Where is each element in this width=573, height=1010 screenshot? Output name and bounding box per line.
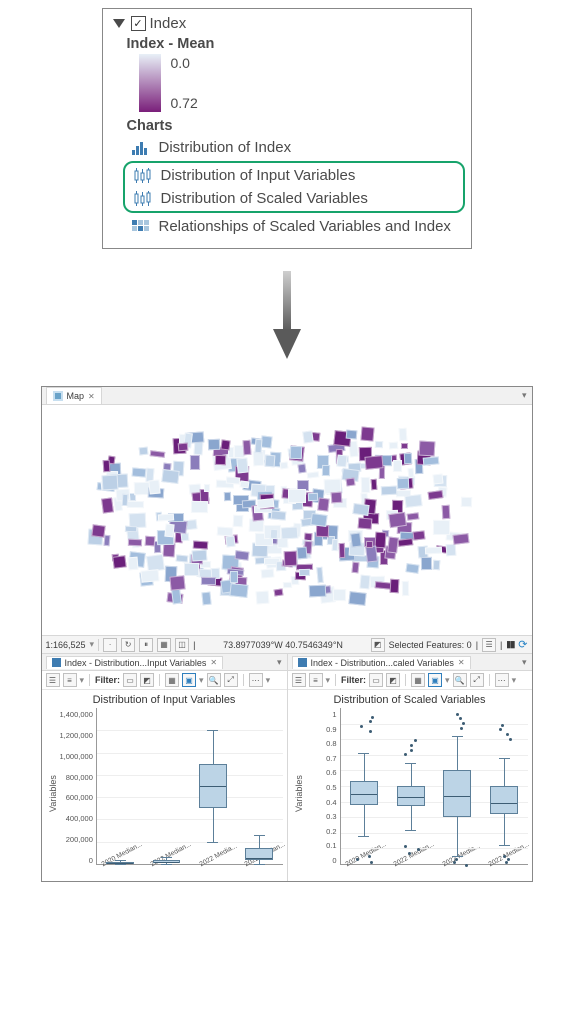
grid-icon[interactable]: ▦ <box>157 638 171 652</box>
contents-panel: ✓ Index Index - Mean 0.0 0.72 Charts Dis… <box>102 8 472 249</box>
chart-item-distribution-input-variables[interactable]: Distribution of Input Variables <box>129 164 459 187</box>
zoom-icon[interactable]: 🔍 <box>207 673 221 687</box>
chart-tab-input-variables[interactable]: Index - Distribution...Input Variables ✕ <box>46 656 224 669</box>
symbology-title: Index - Mean <box>127 36 461 52</box>
selected-features-label: Selected Features: 0 <box>389 640 472 650</box>
scale-lock-icon[interactable]: · <box>103 638 117 652</box>
chart-item-label: Distribution of Index <box>159 139 292 156</box>
chevron-down-icon[interactable]: ▾ <box>272 657 287 668</box>
chart-item-relationships[interactable]: Relationships of Scaled Variables and In… <box>127 215 461 238</box>
chart-item-distribution-of-index[interactable]: Distribution of Index <box>127 136 461 159</box>
filter-label: Filter: <box>341 675 366 685</box>
pause-draw-icon[interactable]: ⏸ <box>139 638 153 652</box>
select-icon[interactable]: ▣ <box>428 673 442 687</box>
clear-icon[interactable]: ▦ <box>411 673 425 687</box>
y-axis-label: Variables <box>46 708 60 879</box>
histogram-icon <box>131 140 151 156</box>
disclosure-triangle-icon[interactable] <box>113 19 125 28</box>
chart-item-label: Distribution of Scaled Variables <box>161 190 368 207</box>
ramp-max-label: 0.72 <box>171 95 198 111</box>
chevron-down-icon[interactable]: ▾ <box>517 657 532 668</box>
chart-tab-scaled-variables[interactable]: Index - Distribution...caled Variables ✕ <box>292 656 471 669</box>
map-tab[interactable]: Map ✕ <box>46 387 102 404</box>
close-icon[interactable]: ✕ <box>458 658 465 667</box>
chart-title: Distribution of Input Variables <box>42 690 287 708</box>
chart-item-label: Distribution of Input Variables <box>161 167 356 184</box>
boxplot-icon <box>52 658 61 667</box>
chart-item-label: Relationships of Scaled Variables and In… <box>159 218 451 235</box>
charts-header: Charts <box>127 118 461 134</box>
chart-pane-scaled-variables: Index - Distribution...caled Variables ✕… <box>287 654 532 881</box>
visibility-checkbox[interactable]: ✓ <box>131 16 146 31</box>
layer-row[interactable]: ✓ Index <box>113 15 461 32</box>
properties-icon[interactable]: ☰ <box>46 673 60 687</box>
chart-toolbar: ☰ ≡ ▾ Filter: ▭ ◩ ▦ ▣ ▾ 🔍 ⤢ ⋯ ▾ <box>42 671 287 690</box>
chart-pane-input-variables: Index - Distribution...Input Variables ✕… <box>42 654 287 881</box>
arrow-icon <box>271 271 303 366</box>
snap-icon[interactable]: ◫ <box>175 638 189 652</box>
selection-icon[interactable]: ◩ <box>371 638 385 652</box>
y-axis-ticks: 1,400,0001,200,0001,000,000800,000600,00… <box>60 708 96 879</box>
filter-extent-icon[interactable]: ▭ <box>123 673 137 687</box>
color-ramp: 0.0 0.72 <box>139 54 461 112</box>
y-axis-label: Variables <box>292 708 306 879</box>
axes-icon[interactable]: ≡ <box>63 673 77 687</box>
filter-selection-icon[interactable]: ◩ <box>386 673 400 687</box>
chart-toolbar: ☰ ≡ ▾ Filter: ▭ ◩ ▦ ▣ ▾ 🔍 ⤢ ⋯ ▾ <box>288 671 532 690</box>
zoom-icon[interactable]: 🔍 <box>453 673 467 687</box>
chevron-down-icon[interactable]: ▾ <box>517 390 532 401</box>
chart-title: Distribution of Scaled Variables <box>288 690 532 708</box>
catalog-icon[interactable]: ☰ <box>482 638 496 652</box>
boxplot-icon <box>133 191 153 207</box>
boxplot-icon <box>298 658 307 667</box>
app-window: Map ✕ ▾ 1:166,525 ▾ · ↻ ⏸ ▦ ◫ | 73.89770… <box>41 386 533 882</box>
map-coordinates: 73.8977039°W 40.7546349°N <box>223 640 343 650</box>
clear-icon[interactable]: ▦ <box>165 673 179 687</box>
choropleth-layer <box>42 405 532 635</box>
filter-selection-icon[interactable]: ◩ <box>140 673 154 687</box>
map-tab-label: Map <box>67 391 85 401</box>
close-icon[interactable]: ✕ <box>88 392 95 401</box>
layer-name: Index <box>150 15 187 32</box>
chart-panes: Index - Distribution...Input Variables ✕… <box>42 653 532 881</box>
y-axis-ticks: 10.90.80.70.60.50.40.30.20.10 <box>306 708 340 879</box>
plot-area-input[interactable]: 2020 Median...2022 Median...2022 Media..… <box>96 708 283 865</box>
map-tab-row: Map ✕ ▾ <box>42 387 532 405</box>
x-categories: 2020 Median...2022 Median...2022 Media..… <box>341 864 528 878</box>
map-tab-icon <box>53 391 63 401</box>
full-extent-icon[interactable]: ⤢ <box>224 673 238 687</box>
filter-extent-icon[interactable]: ▭ <box>369 673 383 687</box>
pause-icon[interactable]: ▮▮ <box>506 639 514 650</box>
x-categories: 2020 Median...2022 Median...2022 Media..… <box>97 864 283 878</box>
chart-tab-label: Index - Distribution...Input Variables <box>65 658 207 668</box>
full-extent-icon[interactable]: ⤢ <box>470 673 484 687</box>
plot-area-scaled[interactable]: 2020 Median...2022 Median...2022 Media..… <box>340 708 528 865</box>
map-status-bar: 1:166,525 ▾ · ↻ ⏸ ▦ ◫ | 73.8977039°W 40.… <box>42 635 532 653</box>
refresh-icon[interactable]: ⟳ <box>518 638 527 651</box>
chart-item-distribution-scaled-variables[interactable]: Distribution of Scaled Variables <box>129 187 459 210</box>
map-scale[interactable]: 1:166,525 <box>46 640 86 650</box>
map-view[interactable] <box>42 405 532 635</box>
more-icon[interactable]: ⋯ <box>249 673 263 687</box>
rotation-icon[interactable]: ↻ <box>121 638 135 652</box>
select-icon[interactable]: ▣ <box>182 673 196 687</box>
scatter-matrix-icon <box>131 219 151 235</box>
axes-icon[interactable]: ≡ <box>309 673 323 687</box>
boxplot-icon <box>133 168 153 184</box>
properties-icon[interactable]: ☰ <box>292 673 306 687</box>
more-icon[interactable]: ⋯ <box>495 673 509 687</box>
filter-label: Filter: <box>95 675 120 685</box>
ramp-min-label: 0.0 <box>171 55 198 71</box>
callout-highlight: Distribution of Input Variables Distribu… <box>123 161 465 213</box>
chart-tab-label: Index - Distribution...caled Variables <box>311 658 454 668</box>
close-icon[interactable]: ✕ <box>210 658 217 667</box>
color-ramp-swatch <box>139 54 161 112</box>
